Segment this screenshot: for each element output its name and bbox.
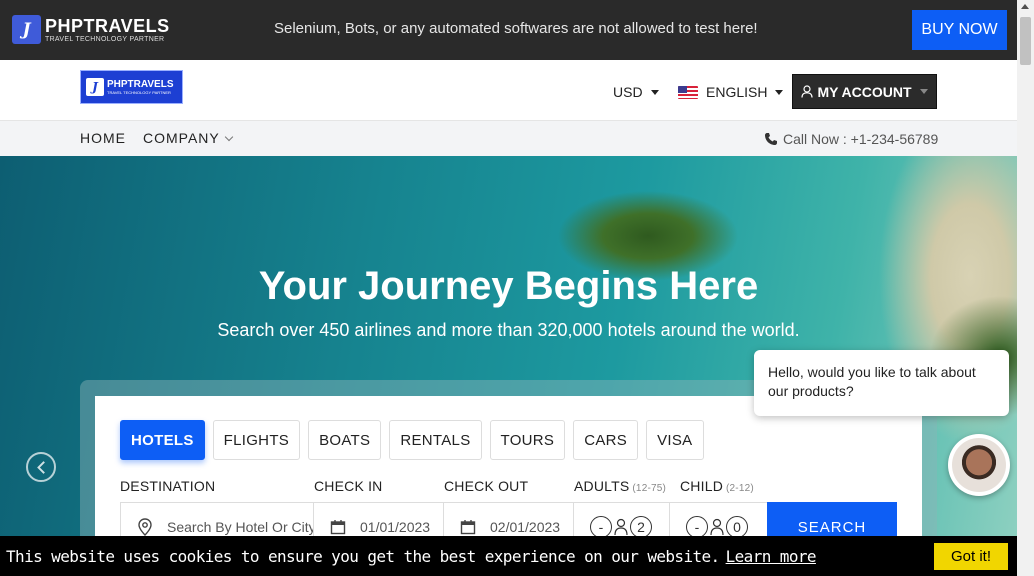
caret-down-icon (919, 89, 928, 94)
language-dropdown[interactable]: ENGLISH (678, 84, 784, 100)
top-banner: J PHPTRAVELS TRAVEL TECHNOLOGY PARTNER S… (0, 0, 1017, 60)
cookie-message: This website uses cookies to ensure you … (6, 547, 817, 566)
checkin-label: CHECK IN (314, 478, 383, 494)
caret-down-icon (650, 89, 659, 95)
logo-title: PHPTRAVELS (45, 15, 170, 36)
search-tabs: HOTELS FLIGHTS BOATS RENTALS TOURS CARS … (120, 420, 712, 460)
caret-down-icon (775, 89, 784, 95)
person-icon (710, 518, 724, 536)
tab-tours[interactable]: TOURS (489, 420, 566, 460)
person-icon (614, 518, 628, 536)
page-scrollbar[interactable] (1017, 0, 1034, 576)
nav-home[interactable]: HOME (80, 130, 126, 146)
currency-dropdown[interactable]: USD (613, 84, 659, 100)
nav-company-label: COMPANY (143, 130, 220, 146)
adults-label-text: ADULTS (574, 478, 630, 494)
tab-flights[interactable]: FLIGHTS (212, 420, 301, 460)
tab-rentals[interactable]: RENTALS (389, 420, 482, 460)
calendar-icon (330, 520, 346, 535)
my-account-button[interactable]: MY ACCOUNT (792, 74, 937, 109)
cookie-banner: This website uses cookies to ensure you … (0, 536, 1017, 576)
call-now[interactable]: Call Now : +1-234-56789 (764, 131, 938, 147)
checkout-label: CHECK OUT (444, 478, 529, 494)
child-minus-button[interactable]: - (686, 516, 708, 538)
brand-logo[interactable]: J PHPTRAVELS TRAVEL TECHNOLOGY PARTNER (12, 15, 170, 44)
logo-mark-icon: J (12, 15, 41, 44)
header-logo[interactable]: J PHPTRAVELS TRAVEL TECHNOLOGY PARTNER (80, 70, 183, 104)
agent-avatar-icon (952, 438, 1006, 492)
hero-subtitle: Search over 450 airlines and more than 3… (217, 320, 800, 340)
child-range: (2-12) (726, 483, 754, 494)
tab-boats[interactable]: BOATS (308, 420, 382, 460)
tab-cars[interactable]: CARS (573, 420, 639, 460)
learn-more-link[interactable]: Learn more (726, 547, 817, 566)
cookie-text: This website uses cookies to ensure you … (6, 547, 720, 566)
destination-input[interactable]: Search By Hotel Or City Name (167, 519, 313, 535)
child-label-text: CHILD (680, 478, 724, 494)
currency-label: USD (613, 84, 643, 100)
adults-count[interactable]: 2 (630, 516, 652, 538)
header-logo-tagline: TRAVEL TECHNOLOGY PARTNER (107, 89, 171, 95)
language-label: ENGLISH (706, 84, 768, 100)
call-now-label: Call Now : +1-234-56789 (783, 131, 939, 147)
child-label: CHILD (2-12) (680, 478, 754, 494)
scroll-thumb[interactable] (1020, 17, 1031, 65)
tab-visa[interactable]: VISA (646, 420, 704, 460)
chevron-down-icon (224, 132, 233, 141)
checkout-input[interactable]: 02/01/2023 (490, 519, 560, 535)
cookie-accept-button[interactable]: Got it! (934, 543, 1008, 570)
buy-now-button[interactable]: BUY NOW (912, 10, 1007, 50)
main-nav: HOME COMPANY Call Now : +1-234-56789 (0, 121, 1017, 156)
my-account-label: MY ACCOUNT (817, 83, 912, 100)
location-pin-icon (138, 518, 152, 536)
child-count[interactable]: 0 (726, 516, 748, 538)
adults-range: (12-75) (632, 483, 667, 494)
slider-prev-arrow-icon[interactable] (26, 452, 56, 482)
scroll-up-arrow-icon[interactable] (1021, 4, 1029, 9)
us-flag-icon (678, 85, 698, 99)
header-logo-title: PHPTRAVELS (107, 78, 174, 90)
chat-message-bubble[interactable]: Hello, would you like to talk about our … (754, 350, 1009, 416)
checkin-input[interactable]: 01/01/2023 (360, 519, 430, 535)
bot-notice: Selenium, Bots, or any automated softwar… (274, 20, 758, 37)
chat-avatar[interactable] (948, 434, 1010, 496)
site-header: J PHPTRAVELS TRAVEL TECHNOLOGY PARTNER U… (0, 60, 1017, 121)
adults-minus-button[interactable]: - (590, 516, 612, 538)
adults-label: ADULTS (12-75) (574, 478, 666, 494)
logo-tagline: TRAVEL TECHNOLOGY PARTNER (45, 35, 165, 43)
destination-label: DESTINATION (120, 478, 216, 494)
calendar-icon (460, 520, 476, 535)
tab-hotels[interactable]: HOTELS (120, 420, 205, 460)
hero-title: Your Journey Begins Here (258, 264, 759, 308)
user-icon (801, 85, 814, 98)
nav-company[interactable]: COMPANY (143, 130, 233, 146)
phone-icon (765, 133, 777, 145)
logo-mark-icon: J (86, 78, 104, 96)
